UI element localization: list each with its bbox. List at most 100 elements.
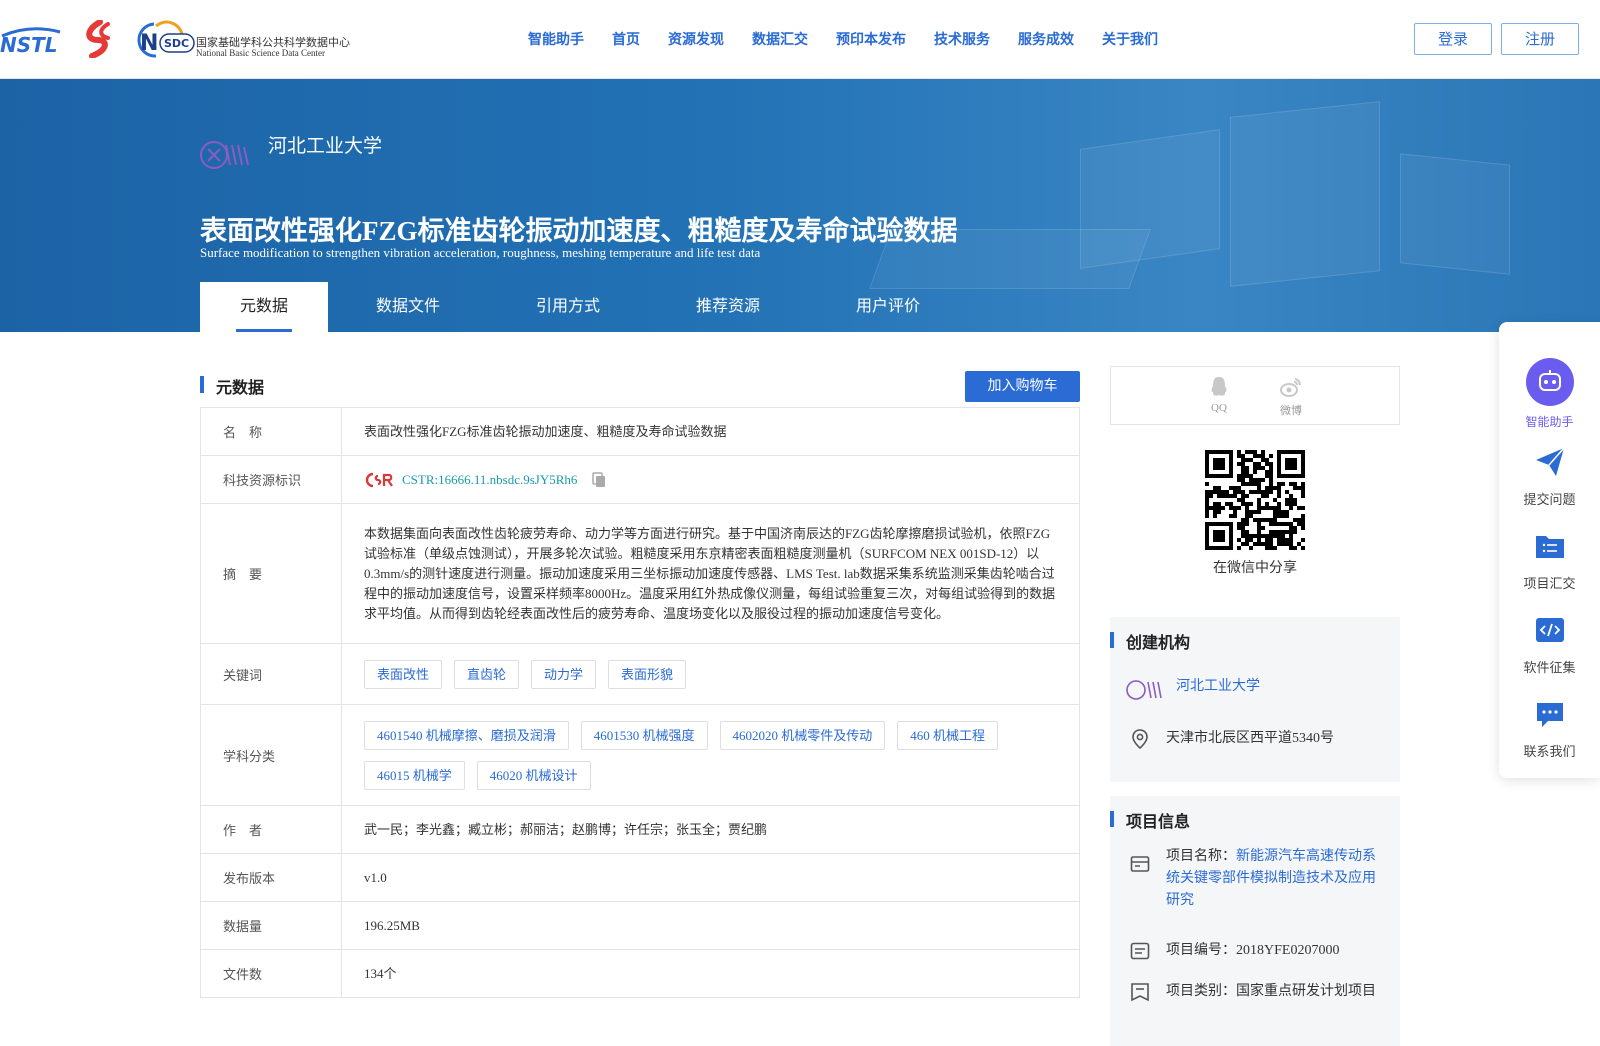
float-contact-label: 联系我们 xyxy=(1523,745,1576,760)
subject-tag[interactable]: 46015 机械学 xyxy=(364,760,465,790)
file-count-value: 134个 xyxy=(341,949,1080,998)
table-row: 名 称 表面改性强化FZG标准齿轮振动加速度、粗糙度及寿命试验数据 xyxy=(200,407,1080,456)
wechat-share-caption: 在微信中分享 xyxy=(1213,560,1297,576)
cstr-link[interactable]: CSTR:16666.11.nbsdc.9sJY5Rh6 xyxy=(402,470,577,490)
cstr-cell: CSTR:16666.11.nbsdc.9sJY5Rh6 xyxy=(341,455,1080,504)
tab-user-reviews[interactable]: 用户评价 xyxy=(808,282,968,332)
nav-item-about[interactable]: 关于我们 xyxy=(1088,28,1172,52)
table-row: 发布版本 v1.0 xyxy=(200,853,1080,902)
folder-list-icon xyxy=(1535,536,1564,558)
subject-tag[interactable]: 4601530 机械强度 xyxy=(580,720,708,750)
nsdc-logo[interactable]: N SDC 国家基础学科公共科学数据中心 National Basic Scie… xyxy=(134,20,350,60)
data-center-s-logo[interactable] xyxy=(78,19,120,59)
row-label: 数据量 xyxy=(200,901,342,950)
metadata-header: 元数据 加入购物车 xyxy=(200,366,1080,402)
login-button[interactable]: 登录 xyxy=(1414,23,1492,55)
project-name-text: 项目名称：新能源汽车高速传动系统关键零部件模拟制造技术及应用研究 xyxy=(1166,846,1386,912)
creator-title: 创建机构 xyxy=(1126,633,1191,652)
share-weibo-label: 微博 xyxy=(1280,405,1302,417)
nstl-logo[interactable]: NSTL xyxy=(0,22,70,58)
keyword-tag[interactable]: 表面改性 xyxy=(364,659,443,689)
table-row: 摘 要 本数据集面向表面改性齿轮疲劳寿命、动力学等方面进行研究。基于中国济南辰达… xyxy=(200,503,1080,644)
nav-item-assistant[interactable]: 智能助手 xyxy=(514,28,598,52)
table-row: 文件数 134个 xyxy=(200,949,1080,998)
banner-decoration xyxy=(1400,153,1510,275)
metadata-table: 名 称 表面改性强化FZG标准齿轮振动加速度、粗糙度及寿命试验数据 科技资源标识… xyxy=(200,407,1080,998)
tab-metadata[interactable]: 元数据 xyxy=(200,282,328,332)
share-qq-button[interactable]: QQ xyxy=(1199,375,1239,414)
float-assistant-button[interactable]: 智能助手 xyxy=(1499,358,1600,430)
table-row: 数据量 196.25MB xyxy=(200,901,1080,950)
row-label: 名 称 xyxy=(200,407,342,456)
keyword-tag[interactable]: 直齿轮 xyxy=(454,659,520,689)
table-row: 作 者 武一民；李光鑫；臧立彬；郝丽洁；赵鹏博；许任宗；张玉全；贾纪鹏 xyxy=(200,805,1080,854)
row-label: 文件数 xyxy=(200,949,342,998)
institution-name[interactable]: 河北工业大学 xyxy=(268,131,382,158)
abstract-value: 本数据集面向表面改性齿轮疲劳寿命、动力学等方面进行研究。基于中国济南辰达的FZG… xyxy=(341,503,1080,644)
nsdc-english-name: National Basic Science Data Center xyxy=(196,48,325,58)
float-project-submit-button[interactable]: 项目汇交 xyxy=(1499,530,1600,592)
project-category-icon xyxy=(1131,983,1149,1002)
copy-icon[interactable] xyxy=(591,471,607,488)
nav-item-tech-service[interactable]: 技术服务 xyxy=(920,28,1004,52)
subject-tag[interactable]: 4601540 机械摩擦、磨损及润滑 xyxy=(364,720,569,750)
metadata-section: 元数据 加入购物车 名 称 表面改性强化FZG标准齿轮振动加速度、粗糙度及寿命试… xyxy=(200,366,1080,998)
chat-bubble-icon xyxy=(1536,703,1563,727)
creator-name-link[interactable]: 河北工业大学 xyxy=(1176,676,1260,698)
float-software-call-button[interactable]: 软件征集 xyxy=(1499,614,1600,676)
location-pin-icon xyxy=(1132,729,1148,749)
qq-icon xyxy=(1211,377,1227,396)
float-project-submit-label: 项目汇交 xyxy=(1523,577,1576,592)
version-value: v1.0 xyxy=(341,853,1080,902)
dataset-title: 表面改性强化FZG标准齿轮振动加速度、粗糙度及寿命试验数据 xyxy=(200,216,958,246)
project-name-icon xyxy=(1130,856,1150,872)
register-button[interactable]: 注册 xyxy=(1501,23,1579,55)
keyword-tags: 表面改性 直齿轮 动力学 表面形貌 xyxy=(341,643,1080,705)
row-label: 关键词 xyxy=(200,643,342,705)
tab-recommended[interactable]: 推荐资源 xyxy=(648,282,808,332)
subject-tag[interactable]: 4602020 机械零件及传动 xyxy=(719,720,886,750)
row-label: 作 者 xyxy=(200,805,342,854)
float-software-call-label: 软件征集 xyxy=(1523,661,1576,676)
creator-address: 天津市北辰区西平道5340号 xyxy=(1166,731,1334,746)
main-navigation: 智能助手 首页 资源发现 数据汇交 预印本发布 技术服务 服务成效 关于我们 xyxy=(514,28,1172,52)
section-accent-bar xyxy=(1110,632,1114,648)
data-size-value: 196.25MB xyxy=(341,901,1080,950)
float-contact-button[interactable]: 联系我们 xyxy=(1499,698,1600,760)
tab-citation[interactable]: 引用方式 xyxy=(488,282,648,332)
keyword-tag[interactable]: 表面形貌 xyxy=(608,659,687,689)
float-assistant-label: 智能助手 xyxy=(1525,415,1574,429)
subject-tag[interactable]: 46020 机械设计 xyxy=(476,760,591,790)
nav-item-discover[interactable]: 资源发现 xyxy=(654,28,738,52)
code-window-icon xyxy=(1535,618,1564,642)
authors-value: 武一民；李光鑫；臧立彬；郝丽洁；赵鹏博；许任宗；张玉全；贾纪鹏 xyxy=(341,805,1080,854)
dataset-tabs: 元数据 数据文件 引用方式 推荐资源 用户评价 xyxy=(200,282,968,332)
project-code-icon xyxy=(1130,942,1150,960)
project-title: 项目信息 xyxy=(1126,812,1191,831)
section-accent-bar xyxy=(1110,811,1114,827)
row-label: 科技资源标识 xyxy=(200,455,342,504)
nav-item-preprint[interactable]: 预印本发布 xyxy=(822,28,920,52)
institution-logo-icon xyxy=(1126,680,1162,700)
nav-item-home[interactable]: 首页 xyxy=(598,28,654,52)
share-weibo-button[interactable]: 微博 xyxy=(1271,375,1311,418)
dataset-header-banner: 河北工业大学 表面改性强化FZG标准齿轮振动加速度、粗糙度及寿命试验数据 Sur… xyxy=(0,79,1600,332)
table-row: 科技资源标识 CSTR:16666.11.nbsdc.9sJY5Rh6 xyxy=(200,455,1080,504)
project-name-label: 项目名称： xyxy=(1166,849,1236,864)
tab-data-files[interactable]: 数据文件 xyxy=(328,282,488,332)
svg-text:N: N xyxy=(140,31,158,56)
row-label: 发布版本 xyxy=(200,853,342,902)
keyword-tag[interactable]: 动力学 xyxy=(531,659,597,689)
banner-decoration xyxy=(1230,101,1380,287)
side-panel: QQ 微博 在微信中分享 创建机构 河北工业大学 天津市北辰区西平道5340号 xyxy=(1110,366,1400,1046)
weibo-icon xyxy=(1280,378,1302,397)
section-accent-bar xyxy=(200,376,204,393)
dataset-english-title: Surface modification to strengthen vibra… xyxy=(200,245,761,260)
subject-tag[interactable]: 460 机械工程 xyxy=(897,720,999,750)
add-to-cart-button[interactable]: 加入购物车 xyxy=(965,371,1080,402)
nav-item-outcomes[interactable]: 服务成效 xyxy=(1004,28,1088,52)
wechat-qr-code xyxy=(1205,450,1305,550)
nav-item-data-submit[interactable]: 数据汇交 xyxy=(738,28,822,52)
float-submit-question-button[interactable]: 提交问题 xyxy=(1499,446,1600,508)
share-qq-label: QQ xyxy=(1211,402,1227,414)
